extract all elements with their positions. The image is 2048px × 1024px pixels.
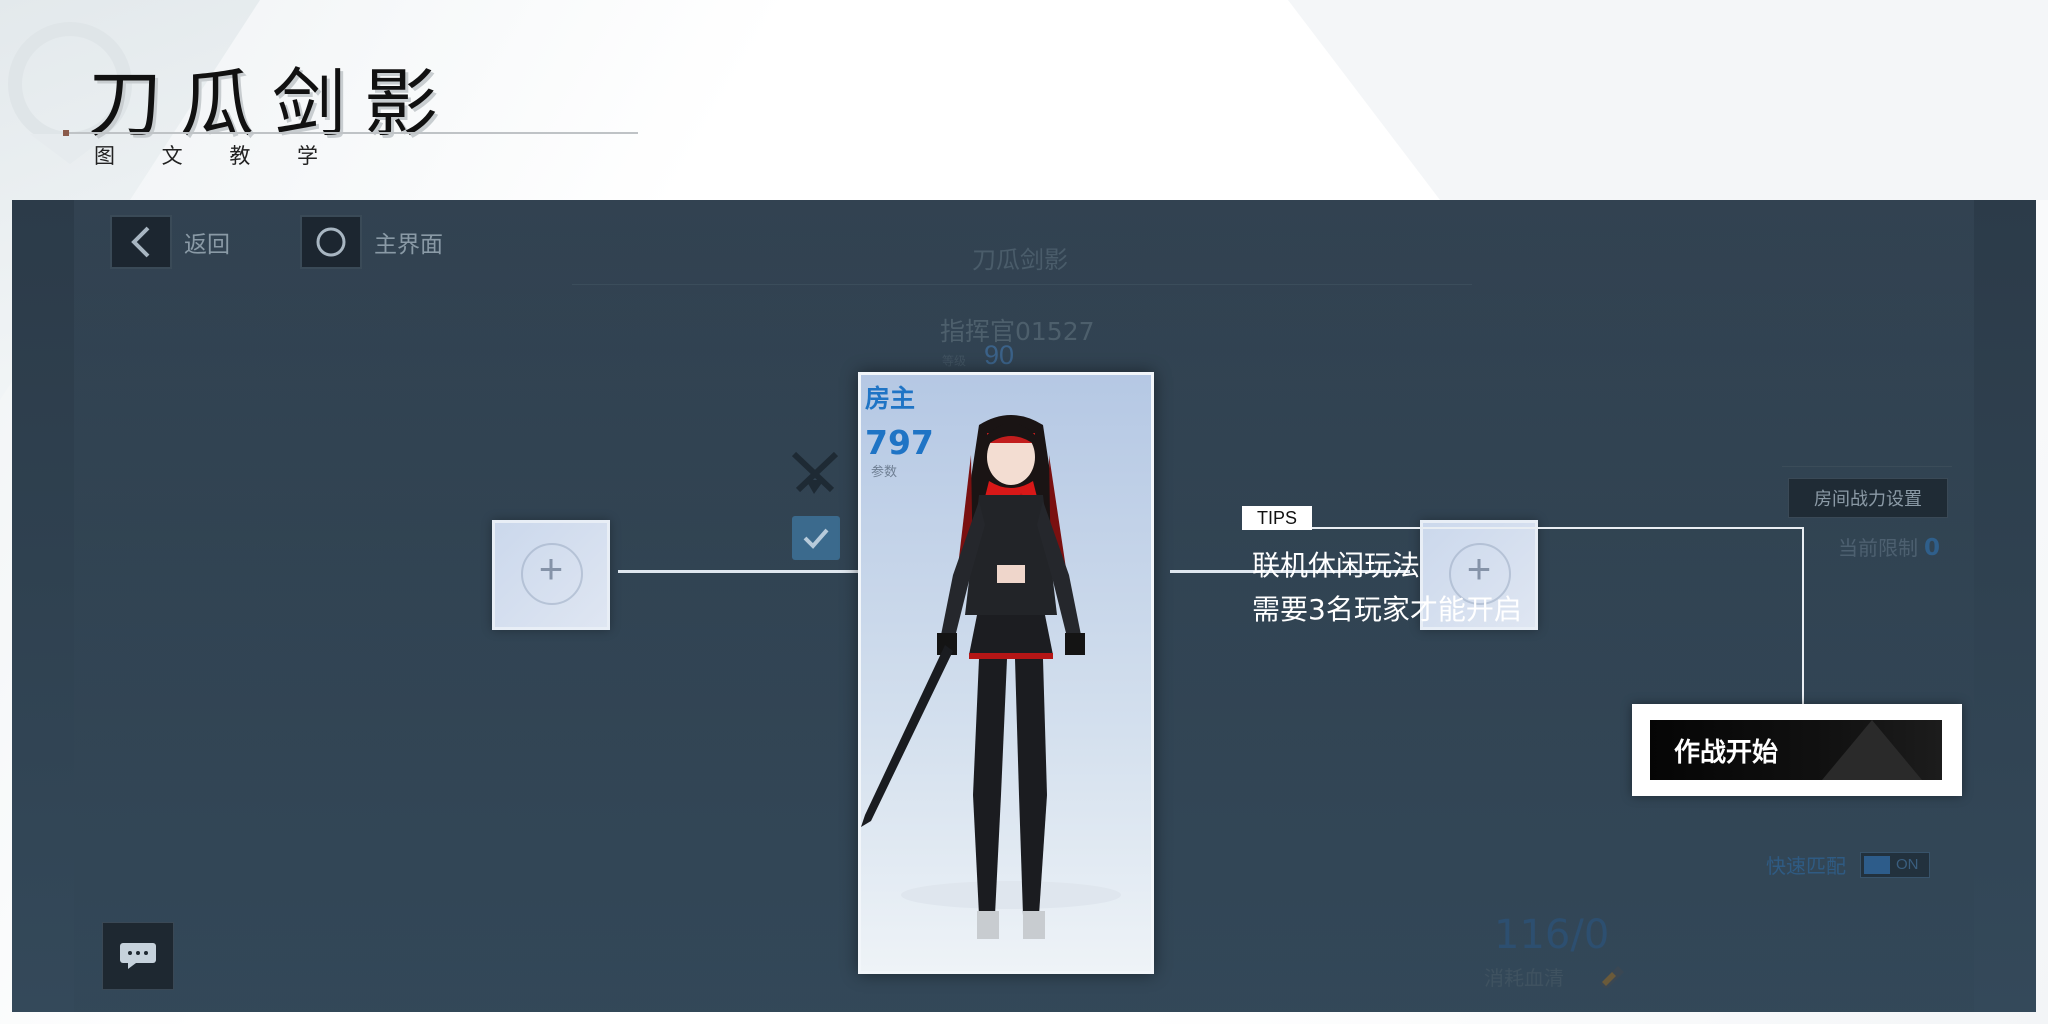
tips-line-2: 需要3名玩家才能开启	[1252, 593, 1522, 626]
page-title: 刀瓜剑影	[88, 61, 456, 147]
room-divider	[1782, 466, 1952, 467]
quick-match: 快速匹配 ON	[1766, 850, 1930, 879]
connector-left	[618, 570, 858, 573]
player-slot-left[interactable]: +	[492, 520, 610, 630]
triangle-decor-icon	[1822, 720, 1922, 780]
power-sub-label: 参数	[871, 465, 898, 480]
host-label: 房主	[865, 384, 916, 413]
chat-bubble-icon	[120, 943, 156, 969]
plus-icon: +	[538, 545, 564, 592]
commander-name: 指挥官01527	[940, 317, 1095, 346]
start-button-highlight: 作战开始	[1632, 704, 1962, 796]
power-value: 797	[865, 423, 934, 462]
tips-callout-line	[1312, 527, 1804, 529]
level-value: 90	[984, 340, 1015, 370]
toggle-knob	[1864, 855, 1890, 874]
character-portrait-icon	[861, 415, 1121, 939]
back-label: 返回	[184, 232, 230, 258]
toggle-state: ON	[1896, 856, 1919, 873]
chat-button[interactable]	[102, 922, 174, 990]
home-button[interactable]: 主界面	[300, 214, 443, 270]
page-subtitle: 图 文 教 学	[94, 144, 339, 168]
current-limit: 当前限制 0	[1838, 532, 1940, 561]
title-underline	[66, 132, 638, 134]
check-icon	[803, 528, 829, 549]
home-label: 主界面	[374, 232, 443, 258]
tips-tag: TIPS	[1242, 506, 1312, 530]
level-label: 等级	[942, 354, 967, 368]
serum-cost-value: 116/0	[1494, 912, 1610, 958]
start-battle-button[interactable]: 作战开始	[1650, 720, 1942, 780]
quick-match-label: 快速匹配	[1766, 854, 1846, 878]
title-divider	[572, 284, 1472, 285]
ready-checkbox[interactable]	[792, 516, 840, 560]
quick-match-toggle[interactable]: ON	[1860, 851, 1930, 878]
tips-callout-line-vertical	[1802, 527, 1804, 707]
chevron-left-icon	[110, 215, 172, 269]
current-limit-value: 0	[1924, 535, 1941, 561]
game-screenshot: 返回 主界面 刀瓜剑影 指挥官01527 等级 90 + 房主 797 参数 +…	[12, 200, 2036, 1012]
room-power-settings-button[interactable]: 房间战力设置	[1788, 478, 1948, 518]
tips-line-1: 联机休闲玩法	[1252, 549, 1421, 582]
plus-icon: +	[1466, 545, 1492, 592]
serum-cost-label: 消耗血清	[1484, 966, 1564, 990]
background-shape-right	[1288, 0, 2048, 200]
start-battle-label: 作战开始	[1674, 737, 1779, 768]
crossed-swords-icon	[791, 451, 839, 494]
host-character-card[interactable]: 房主 797 参数	[858, 372, 1154, 974]
back-button[interactable]: 返回	[110, 214, 230, 270]
title-dot	[63, 130, 69, 136]
serum-vial-icon	[1600, 966, 1624, 988]
mode-title: 刀瓜剑影	[972, 246, 1068, 274]
circle-home-icon	[300, 215, 362, 269]
current-limit-label: 当前限制	[1838, 536, 1918, 560]
